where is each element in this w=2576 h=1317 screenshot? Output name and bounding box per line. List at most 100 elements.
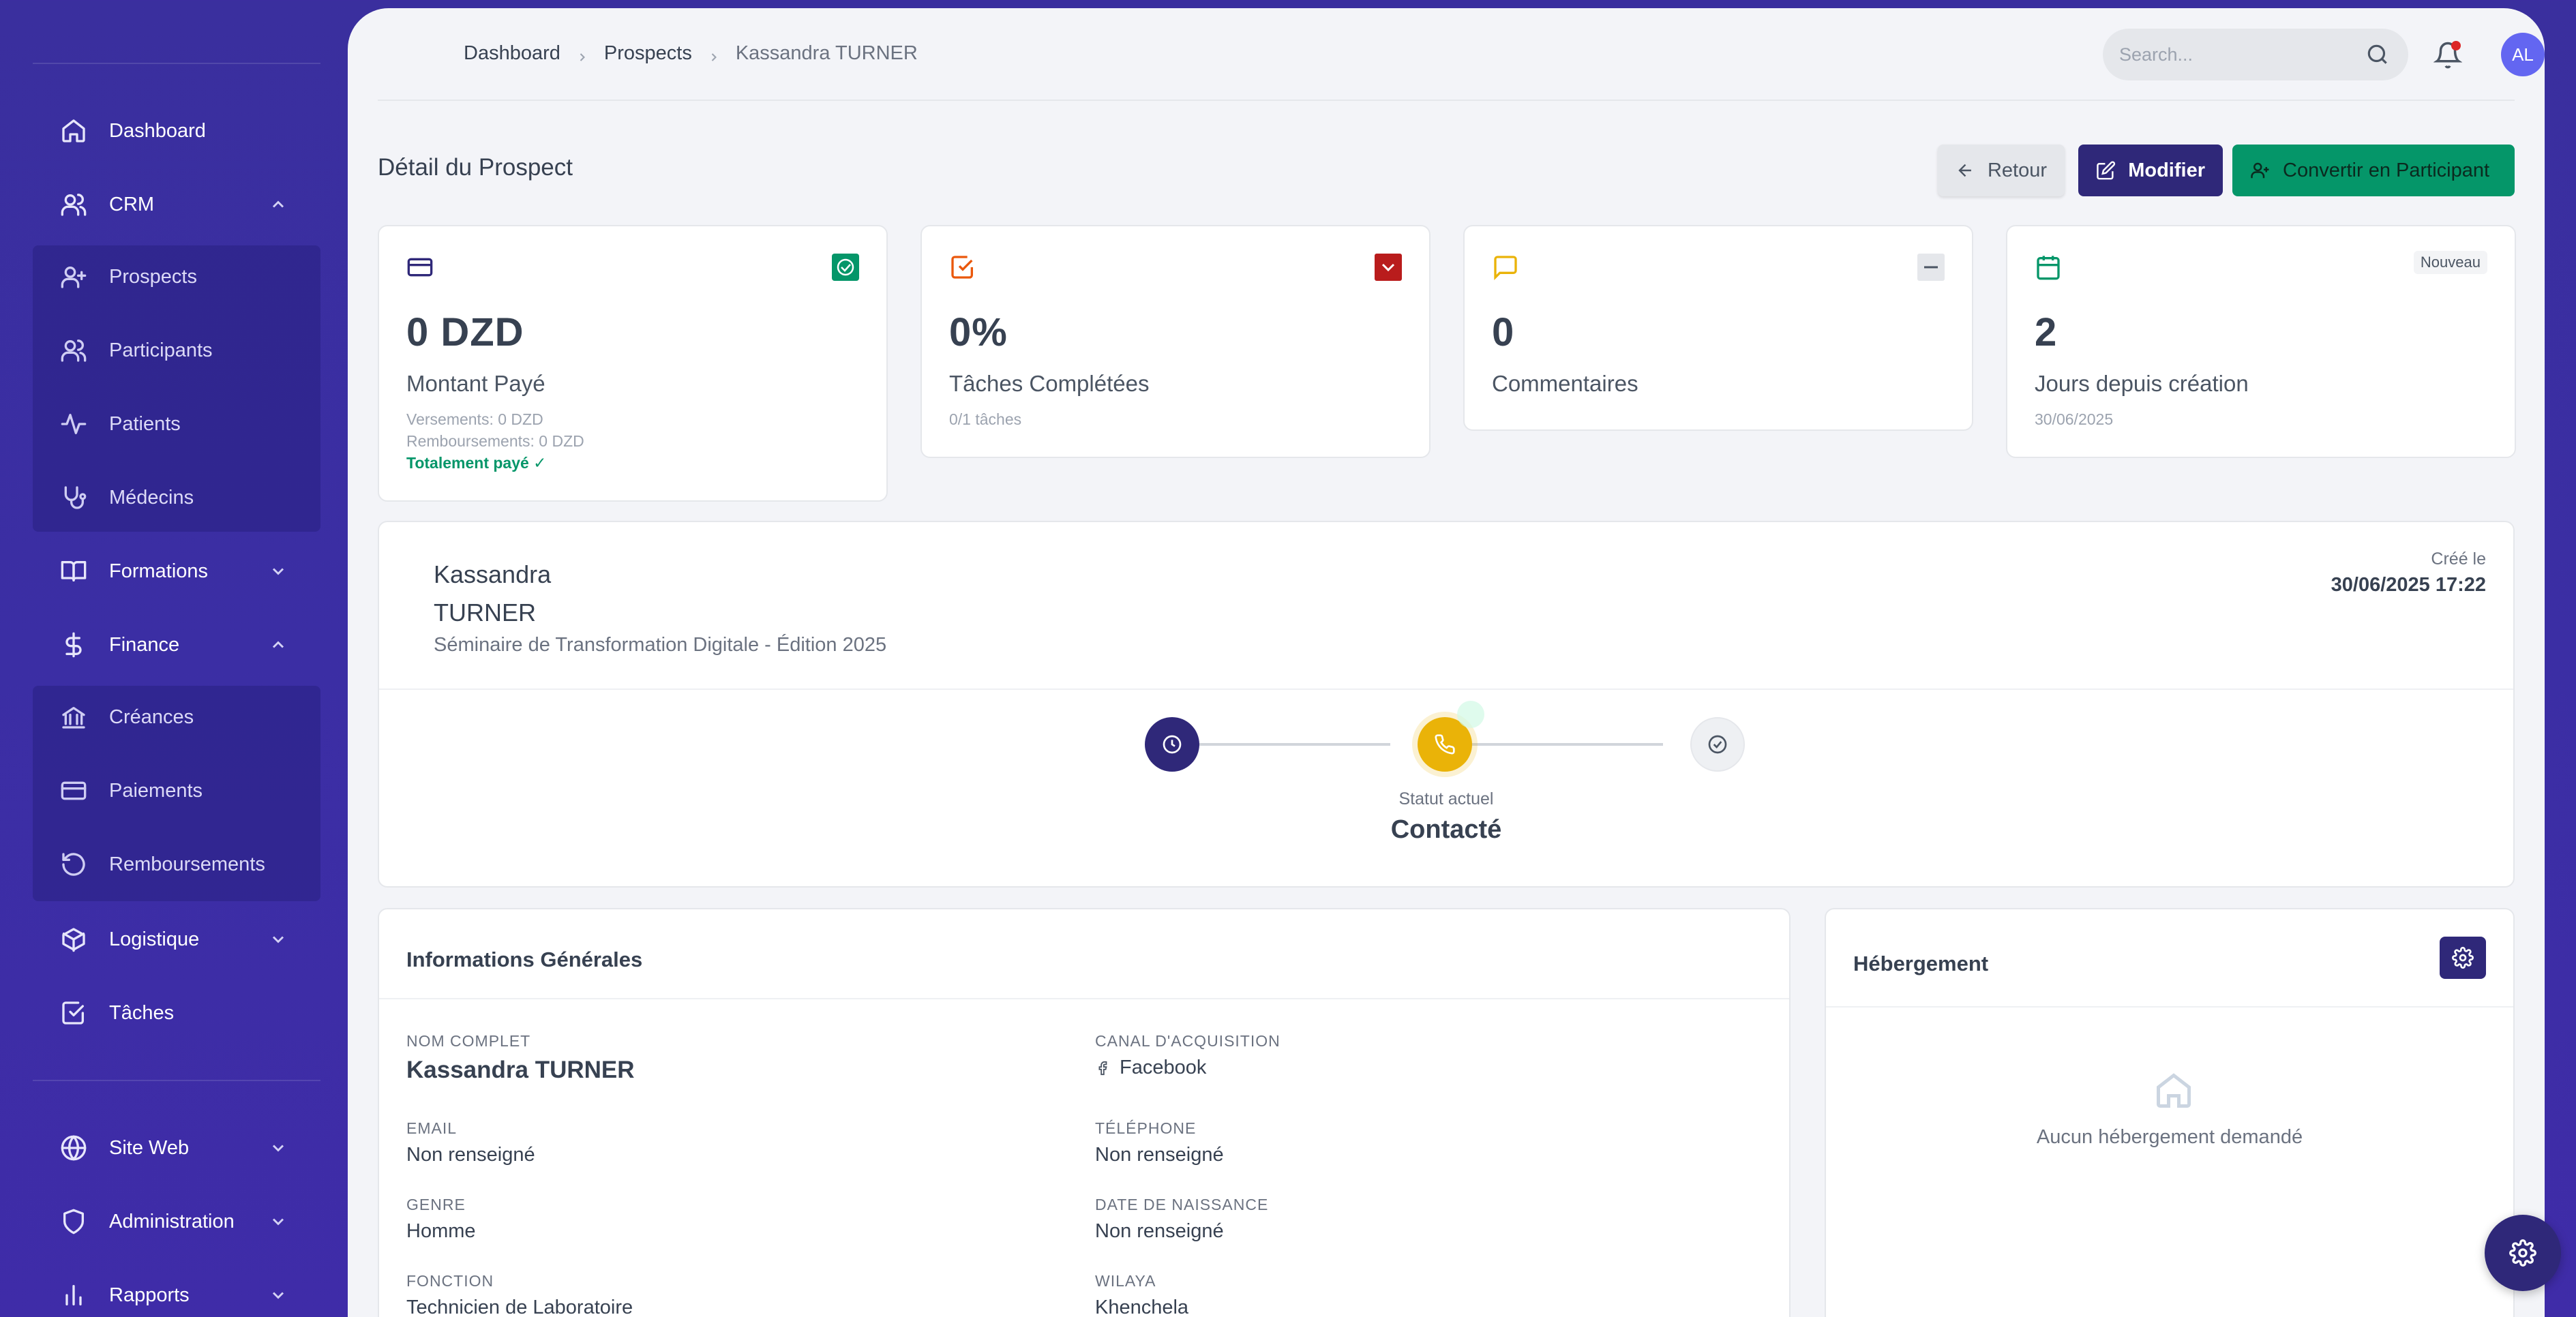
- chevron-badge-icon: [1375, 254, 1402, 284]
- notification-dot: [2451, 41, 2461, 50]
- stat-sub: 30/06/2025: [2035, 410, 2114, 428]
- status-step-new: [1145, 717, 1199, 772]
- checkbox-icon: [60, 999, 87, 1027]
- stat-label: Montant Payé: [406, 371, 545, 396]
- phone-icon: [1435, 734, 1455, 755]
- field-value-job: Technicien de Laboratoire: [406, 1297, 633, 1317]
- sidebar-item-patients[interactable]: Patients: [33, 394, 320, 454]
- sidebar-item-label: Créances: [109, 706, 194, 728]
- clock-icon: [1163, 735, 1182, 754]
- bell-icon: [2433, 42, 2463, 72]
- breadcrumb: Dashboard Prospects Kassandra TURNER: [464, 42, 918, 65]
- field-label: EMAIL: [406, 1119, 458, 1137]
- home-icon: [60, 117, 87, 145]
- chevron-down-icon: [269, 1138, 288, 1157]
- accommodation-card: Hébergement Aucun hébergement demandé: [1825, 908, 2515, 1317]
- search-input[interactable]: [2119, 44, 2365, 65]
- sidebar-item-dashboard[interactable]: Dashboard: [33, 101, 320, 161]
- profile-card: Kassandra TURNER Séminaire de Transforma…: [378, 521, 2515, 888]
- crm-submenu: Prospects Participants Patients Médecins: [33, 245, 320, 532]
- status-step-converted: [1690, 717, 1745, 772]
- sidebar-divider: [33, 1080, 320, 1081]
- sidebar-item-formations[interactable]: Formations: [33, 541, 320, 601]
- sidebar-item-label: Rapports: [109, 1284, 190, 1306]
- check-circle-icon: [1708, 735, 1727, 754]
- credit-card-icon: [60, 777, 87, 804]
- shield-icon: [60, 1208, 87, 1235]
- status-value: Contacté: [1390, 815, 1502, 844]
- field-value-channel: Facebook: [1095, 1057, 1206, 1079]
- stethoscope-icon: [60, 484, 87, 511]
- sidebar-item-creances[interactable]: Créances: [33, 687, 320, 747]
- sidebar-item-rapports[interactable]: Rapports: [33, 1265, 320, 1317]
- calendar-icon: [2035, 254, 2062, 281]
- edit-icon: [2097, 161, 2116, 180]
- refund-icon: [60, 851, 87, 878]
- user-plus-icon: [60, 263, 87, 290]
- back-button[interactable]: Retour: [1938, 145, 2065, 196]
- field-value-full-name: Kassandra TURNER: [406, 1057, 635, 1083]
- sidebar-item-label: Dashboard: [109, 119, 206, 142]
- edit-button[interactable]: Modifier: [2078, 145, 2223, 196]
- status-progress-line: [1445, 743, 1663, 746]
- field-label: GENRE: [406, 1196, 466, 1213]
- package-icon: [60, 926, 87, 953]
- sidebar-item-label: Logistique: [109, 928, 200, 950]
- sidebar-item-label: CRM: [109, 193, 155, 215]
- sidebar-item-prospects[interactable]: Prospects: [33, 247, 320, 307]
- field-value-email: Non renseigné: [406, 1144, 535, 1166]
- facebook-icon: [1098, 1061, 1107, 1075]
- chevron-right-icon: [707, 47, 721, 61]
- event-name: Séminaire de Transformation Digitale - É…: [434, 634, 887, 656]
- sidebar-item-medecins[interactable]: Médecins: [33, 468, 320, 528]
- status-progress-line: [1172, 743, 1390, 746]
- check-badge-icon: [832, 254, 859, 284]
- sidebar-item-label: Site Web: [109, 1136, 190, 1159]
- avatar[interactable]: AL: [2501, 33, 2545, 76]
- arrow-left-icon: [1958, 164, 1971, 177]
- settings-fab[interactable]: [2485, 1215, 2561, 1291]
- stat-label: Jours depuis création: [2035, 371, 2249, 396]
- search-icon[interactable]: [2365, 42, 2391, 67]
- divider: [379, 998, 1789, 999]
- notifications-button[interactable]: [2433, 41, 2463, 72]
- stat-payment-status: Totalement payé ✓: [406, 454, 547, 472]
- stat-card-tasks: 0% Tâches Complétées 0/1 tâches: [920, 225, 1431, 458]
- bar-chart-icon: [60, 1282, 87, 1309]
- field-label: FONCTION: [406, 1272, 494, 1290]
- last-name: TURNER: [434, 599, 536, 626]
- sidebar-item-taches[interactable]: Tâches: [33, 983, 320, 1043]
- sidebar-item-logistique[interactable]: Logistique: [33, 909, 320, 969]
- chevron-down-icon: [269, 930, 288, 949]
- sidebar-item-paiements[interactable]: Paiements: [33, 761, 320, 821]
- sidebar-item-crm[interactable]: CRM: [33, 175, 320, 234]
- dollar-icon: [60, 631, 87, 658]
- breadcrumb-prospects[interactable]: Prospects: [604, 42, 692, 65]
- sidebar-item-remboursements[interactable]: Remboursements: [33, 834, 320, 894]
- chevron-up-icon: [269, 195, 288, 214]
- sidebar-item-site-web[interactable]: Site Web: [33, 1118, 320, 1178]
- stat-card-paid: 0 DZD Montant Payé Versements: 0 DZD Rem…: [378, 225, 888, 502]
- sidebar-item-label: Finance: [109, 633, 180, 656]
- sidebar-item-finance[interactable]: Finance: [33, 615, 320, 675]
- stat-card-comments: 0 Commentaires: [1463, 225, 1973, 431]
- stat-value: 2: [2035, 310, 2058, 354]
- chevron-down-icon: [269, 1286, 288, 1305]
- search-box: [2103, 29, 2408, 80]
- breadcrumb-dashboard[interactable]: Dashboard: [464, 42, 560, 65]
- minus-badge-icon: [1917, 254, 1945, 284]
- stat-label: Tâches Complétées: [949, 371, 1150, 396]
- sidebar-item-label: Patients: [109, 412, 181, 435]
- accommodation-settings-button[interactable]: [2440, 937, 2486, 979]
- sidebar-item-label: Prospects: [109, 265, 197, 288]
- sidebar-item-participants[interactable]: Participants: [33, 320, 320, 380]
- field-label: TÉLÉPHONE: [1095, 1119, 1197, 1137]
- users-icon: [60, 191, 87, 218]
- gear-icon: [2452, 947, 2474, 969]
- sidebar-item-administration[interactable]: Administration: [33, 1192, 320, 1252]
- sidebar-item-label: Médecins: [109, 486, 194, 509]
- chevron-down-icon: [269, 1212, 288, 1231]
- sidebar-item-label: Participants: [109, 339, 213, 361]
- status-pulse: [1457, 701, 1484, 728]
- convert-button[interactable]: Convertir en Participant: [2232, 145, 2515, 196]
